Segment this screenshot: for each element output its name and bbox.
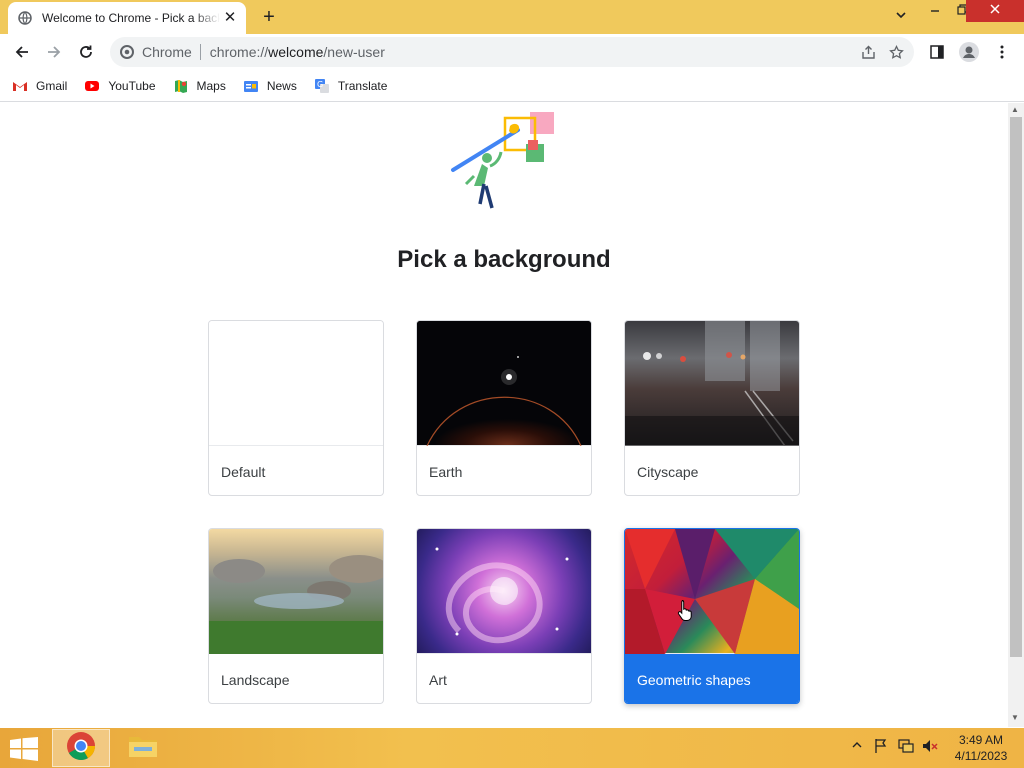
background-thumbnail — [625, 529, 799, 654]
forward-arrow-icon[interactable] — [40, 38, 68, 66]
background-label: Geometric shapes — [637, 672, 751, 688]
bookmark-news[interactable]: News — [243, 78, 297, 94]
profile-avatar-icon[interactable] — [955, 38, 983, 66]
chrome-logo-icon — [120, 45, 134, 59]
background-label: Art — [429, 672, 447, 688]
taskbar-file-explorer[interactable] — [114, 729, 172, 767]
background-card-geometric-shapes[interactable]: Geometric shapes — [624, 528, 800, 704]
network-icon[interactable] — [898, 738, 914, 757]
painter-illustration — [450, 108, 560, 213]
welcome-page: Pick a background Default Earth Cityscap… — [0, 103, 1008, 727]
site-chip[interactable]: Chrome — [120, 44, 192, 60]
background-label: Cityscape — [637, 464, 699, 480]
share-icon[interactable] — [858, 42, 878, 62]
bookmarks-bar: Gmail YouTube Maps News G Translate — [0, 70, 1024, 102]
scroll-up-arrow-icon[interactable]: ▲ — [1011, 105, 1019, 114]
scroll-down-arrow-icon[interactable]: ▼ — [1011, 713, 1019, 722]
bookmark-label: Maps — [196, 78, 226, 93]
globe-icon — [18, 11, 32, 25]
bookmark-star-icon[interactable] — [886, 42, 906, 62]
back-arrow-icon[interactable] — [8, 38, 36, 66]
background-label: Landscape — [221, 672, 290, 688]
browser-toolbar: Chrome chrome://welcome/new-user — [0, 34, 1024, 70]
bookmark-translate[interactable]: G Translate — [314, 78, 388, 94]
url-path: /new-user — [323, 44, 385, 60]
background-thumbnail — [417, 529, 591, 654]
clock-date: 4/11/2023 — [954, 749, 1008, 763]
volume-muted-icon[interactable] — [922, 738, 938, 757]
url-text[interactable]: chrome://welcome/new-user — [210, 44, 385, 60]
url-host: welcome — [268, 44, 324, 60]
tab-strip: Welcome to Chrome - Pick a background ✕ … — [0, 0, 1024, 34]
taskbar-chrome[interactable] — [52, 729, 110, 767]
reload-icon[interactable] — [72, 38, 100, 66]
site-chip-label: Chrome — [142, 44, 192, 60]
address-bar[interactable]: Chrome chrome://welcome/new-user — [110, 37, 914, 67]
tray-overflow-chevron-icon[interactable] — [852, 738, 862, 752]
tab-search-chevron-icon[interactable] — [884, 6, 918, 30]
windows-taskbar: 3:49 AM 4/11/2023 — [0, 728, 1024, 768]
folder-icon — [128, 733, 158, 764]
menu-kebab-icon[interactable] — [988, 38, 1016, 66]
background-thumbnail — [625, 321, 799, 447]
tab-close-icon[interactable]: ✕ — [222, 10, 238, 26]
bookmark-label: News — [266, 78, 297, 93]
gmail-icon — [12, 78, 28, 94]
page-scrollbar[interactable]: ▲ ▼ — [1008, 103, 1024, 727]
background-label: Earth — [429, 464, 463, 480]
system-clock[interactable]: 3:49 AM 4/11/2023 — [952, 732, 1010, 764]
youtube-icon — [84, 78, 100, 94]
background-thumbnail — [209, 529, 383, 654]
omnibox-divider — [199, 44, 201, 60]
page-heading: Pick a background — [397, 246, 611, 273]
hand-cursor-icon — [677, 599, 693, 621]
new-tab-button[interactable]: + — [258, 6, 280, 28]
background-card-default[interactable]: Default — [208, 320, 384, 496]
clock-time: 3:49 AM — [958, 733, 1004, 747]
background-card-art[interactable]: Art — [416, 528, 592, 704]
background-thumbnail — [209, 321, 383, 446]
action-center-flag-icon[interactable] — [874, 738, 888, 757]
scrollbar-thumb[interactable] — [1010, 117, 1022, 657]
bookmark-label: YouTube — [108, 78, 156, 93]
chrome-icon — [66, 731, 96, 766]
background-card-earth[interactable]: Earth — [416, 320, 592, 496]
tab-title: Welcome to Chrome - Pick a background — [42, 11, 220, 25]
url-prefix: chrome:// — [209, 44, 269, 60]
svg-text:G: G — [317, 80, 323, 89]
bookmark-maps[interactable]: Maps — [173, 78, 226, 94]
window-close-button[interactable] — [966, 0, 1024, 22]
tab-welcome[interactable]: Welcome to Chrome - Pick a background ✕ — [8, 2, 246, 34]
news-icon — [243, 78, 259, 94]
background-card-landscape[interactable]: Landscape — [208, 528, 384, 704]
background-thumbnail — [417, 321, 591, 447]
start-button[interactable] — [10, 737, 38, 761]
maps-icon — [173, 78, 189, 94]
bookmark-label: Gmail — [36, 78, 68, 93]
bookmark-gmail[interactable]: Gmail — [12, 78, 67, 94]
bookmark-label: Translate — [337, 78, 388, 93]
bookmark-youtube[interactable]: YouTube — [84, 78, 156, 94]
side-panel-icon[interactable] — [923, 38, 951, 66]
background-label: Default — [221, 464, 266, 480]
background-card-cityscape[interactable]: Cityscape — [624, 320, 800, 496]
translate-icon: G — [314, 78, 330, 94]
